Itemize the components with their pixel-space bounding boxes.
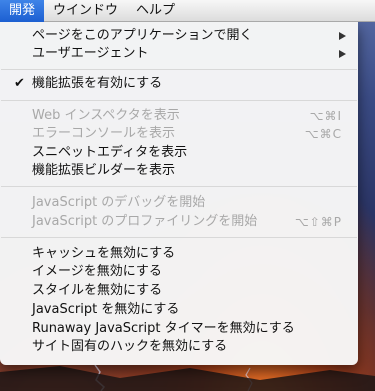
menu-item-show-error-console[interactable]: エラーコンソールを表示 ⌥⌘C bbox=[0, 125, 358, 143]
menubar-help[interactable]: ヘルプ bbox=[127, 0, 184, 22]
menu-item-open-page-with[interactable]: ページをこのアプリケーションで開く bbox=[0, 27, 358, 45]
menu-item-disable-styles[interactable]: スタイルを無効にする bbox=[0, 282, 358, 300]
menu-item-label: エラーコンソールを表示 bbox=[32, 126, 176, 141]
menu-item-label: JavaScript のデバッグを開始 bbox=[32, 195, 206, 210]
menu-item-label: Runaway JavaScript タイマーを無効にする bbox=[32, 321, 295, 336]
menu-separator bbox=[1, 237, 357, 238]
submenu-arrow-icon bbox=[339, 50, 346, 58]
menu-item-label: 機能拡張ビルダーを表示 bbox=[32, 163, 176, 178]
develop-menu: ページをこのアプリケーションで開く ユーザエージェント ✔ 機能拡張を有効にする… bbox=[0, 22, 358, 365]
menu-item-label: ページをこのアプリケーションで開く bbox=[32, 28, 253, 43]
menu-separator bbox=[1, 69, 357, 70]
menu-item-start-profiling-javascript[interactable]: JavaScript のプロファイリングを開始 ⌥⇧⌘P bbox=[0, 213, 358, 231]
menu-item-disable-caches[interactable]: キャッシュを無効にする bbox=[0, 245, 358, 263]
menu-item-shortcut: ⌥⇧⌘P bbox=[294, 215, 342, 229]
menu-item-disable-images[interactable]: イメージを無効にする bbox=[0, 263, 358, 281]
menu-item-disable-javascript[interactable]: JavaScript を無効にする bbox=[0, 301, 358, 319]
checkmark-icon: ✔ bbox=[14, 76, 25, 91]
menu-item-label: JavaScript を無効にする bbox=[32, 302, 180, 317]
menu-item-label: スタイルを無効にする bbox=[32, 283, 163, 298]
menubar-window[interactable]: ウインドウ bbox=[44, 0, 127, 22]
menu-item-disable-runaway-js-timer[interactable]: Runaway JavaScript タイマーを無効にする bbox=[0, 320, 358, 338]
menu-item-label: サイト固有のハックを無効にする bbox=[32, 339, 228, 354]
menubar-develop[interactable]: 開発 bbox=[0, 0, 45, 22]
menu-separator bbox=[1, 100, 357, 101]
menu-item-label: キャッシュを無効にする bbox=[32, 246, 176, 261]
menu-item-label: 機能拡張を有効にする bbox=[32, 76, 163, 91]
menu-item-label: スニペットエディタを表示 bbox=[32, 145, 188, 160]
menu-item-start-debugging-javascript[interactable]: JavaScript のデバッグを開始 bbox=[0, 194, 358, 212]
menu-item-disable-site-specific-hacks[interactable]: サイト固有のハックを無効にする bbox=[0, 338, 358, 356]
submenu-arrow-icon bbox=[339, 32, 346, 40]
menu-separator bbox=[1, 186, 357, 187]
menu-item-shortcut: ⌥⌘C bbox=[304, 127, 342, 141]
menu-bar: 開発 ウインドウ ヘルプ bbox=[0, 0, 375, 22]
menu-item-show-web-inspector[interactable]: Web インスペクタを表示 ⌥⌘I bbox=[0, 107, 358, 125]
menu-item-user-agent[interactable]: ユーザエージェント bbox=[0, 45, 358, 63]
menu-item-label: JavaScript のプロファイリングを開始 bbox=[32, 214, 258, 229]
menu-item-enable-extensions[interactable]: ✔ 機能拡張を有効にする bbox=[0, 75, 358, 93]
menu-item-shortcut: ⌥⌘I bbox=[309, 109, 342, 123]
menu-item-label: イメージを無効にする bbox=[32, 264, 162, 279]
menu-item-label: Web インスペクタを表示 bbox=[32, 108, 180, 123]
menu-item-show-extension-builder[interactable]: 機能拡張ビルダーを表示 bbox=[0, 162, 358, 180]
menu-item-show-snippet-editor[interactable]: スニペットエディタを表示 bbox=[0, 144, 358, 162]
menu-item-label: ユーザエージェント bbox=[32, 46, 149, 61]
